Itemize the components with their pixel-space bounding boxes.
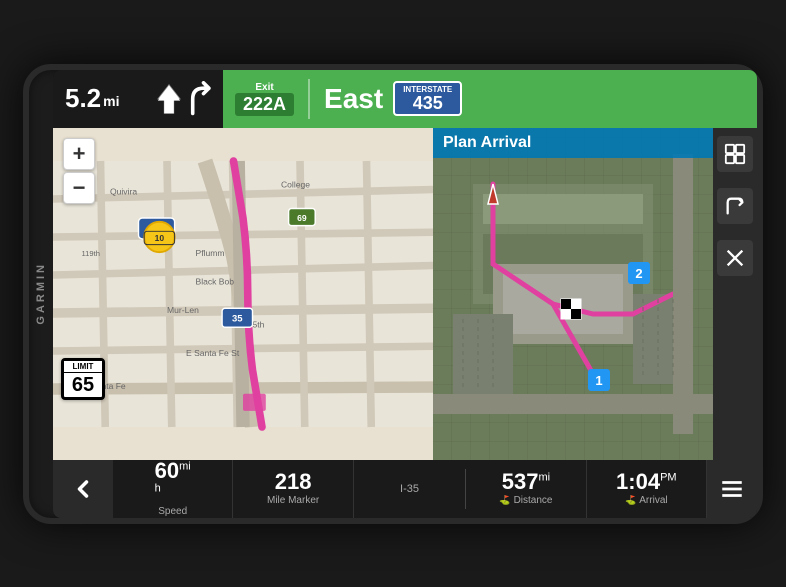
speed-stat: 60mih Speed (113, 460, 233, 518)
distance-label: ⛳ Distance (499, 495, 552, 506)
garmin-logo: GARMIN (29, 262, 53, 325)
route-button[interactable] (717, 188, 753, 224)
exit-badge: Exit 222A (235, 82, 294, 116)
map-svg: Quivira College 119th Pflumm Black Bob M… (53, 128, 433, 460)
main-content: Quivira College 119th Pflumm Black Bob M… (53, 128, 757, 460)
screen: 5.2mi Exit 222A E (53, 70, 757, 518)
distance-value: 537mi (502, 471, 550, 493)
svg-text:E Santa Fe St: E Santa Fe St (186, 347, 240, 357)
mile-marker-stat: 218 Mile Marker (233, 460, 353, 518)
menu-button[interactable] (707, 460, 757, 518)
device-frame: GARMIN 5.2mi Exit (23, 64, 763, 524)
svg-text:35: 35 (232, 313, 243, 324)
svg-text:1: 1 (595, 373, 602, 388)
nav-arrow (143, 70, 223, 128)
zoom-in-button[interactable]: + (63, 138, 95, 170)
nav-bar: 5.2mi Exit 222A E (53, 70, 757, 128)
close-button[interactable] (717, 240, 753, 276)
svg-text:Quivira: Quivira (110, 186, 137, 196)
speed-limit-sign: LIMIT 65 (61, 358, 105, 400)
distance-stat: 537mi ⛳ Distance (466, 460, 586, 518)
svg-text:Mur-Len: Mur-Len (167, 305, 199, 315)
satellite-svg: 2 1 (433, 128, 713, 460)
bottom-bar: 60mih Speed 218 Mile Marker I-35 537mi ⛳… (53, 460, 757, 518)
arrival-value: 1:04PM (616, 471, 677, 493)
svg-text:Black Bob: Black Bob (196, 276, 235, 286)
svg-text:119th: 119th (82, 249, 100, 258)
nav-distance: 5.2mi (53, 70, 143, 128)
arrival-label: ⛳ Arrival (625, 495, 668, 506)
speed-value: 60mih (155, 460, 191, 504)
svg-text:69: 69 (297, 212, 307, 222)
svg-text:Pflumm: Pflumm (196, 248, 225, 258)
mile-marker-value: 218 (275, 471, 312, 493)
mile-marker-label: Mile Marker (267, 495, 319, 506)
zoom-controls: + − (63, 138, 95, 204)
nav-route-info: Exit 222A East INTERSTATE 435 (223, 70, 757, 128)
svg-text:10: 10 (155, 232, 165, 242)
map-left: Quivira College 119th Pflumm Black Bob M… (53, 128, 433, 460)
svg-text:2: 2 (635, 266, 642, 281)
nav-direction: East (324, 83, 383, 115)
nav-divider (308, 79, 310, 119)
plan-arrival-banner: Plan Arrival (433, 128, 713, 158)
back-button[interactable] (53, 460, 113, 518)
road-label: I-35 (354, 483, 465, 495)
map-view-button[interactable] (717, 136, 753, 172)
zoom-out-button[interactable]: − (63, 172, 95, 204)
speed-label: Speed (158, 506, 187, 517)
svg-text:College: College (281, 179, 310, 189)
right-panel (713, 128, 757, 460)
arrival-stat: 1:04PM ⛳ Arrival (587, 460, 707, 518)
map-right: 2 1 (433, 128, 713, 460)
interstate-badge: INTERSTATE 435 (393, 81, 462, 116)
